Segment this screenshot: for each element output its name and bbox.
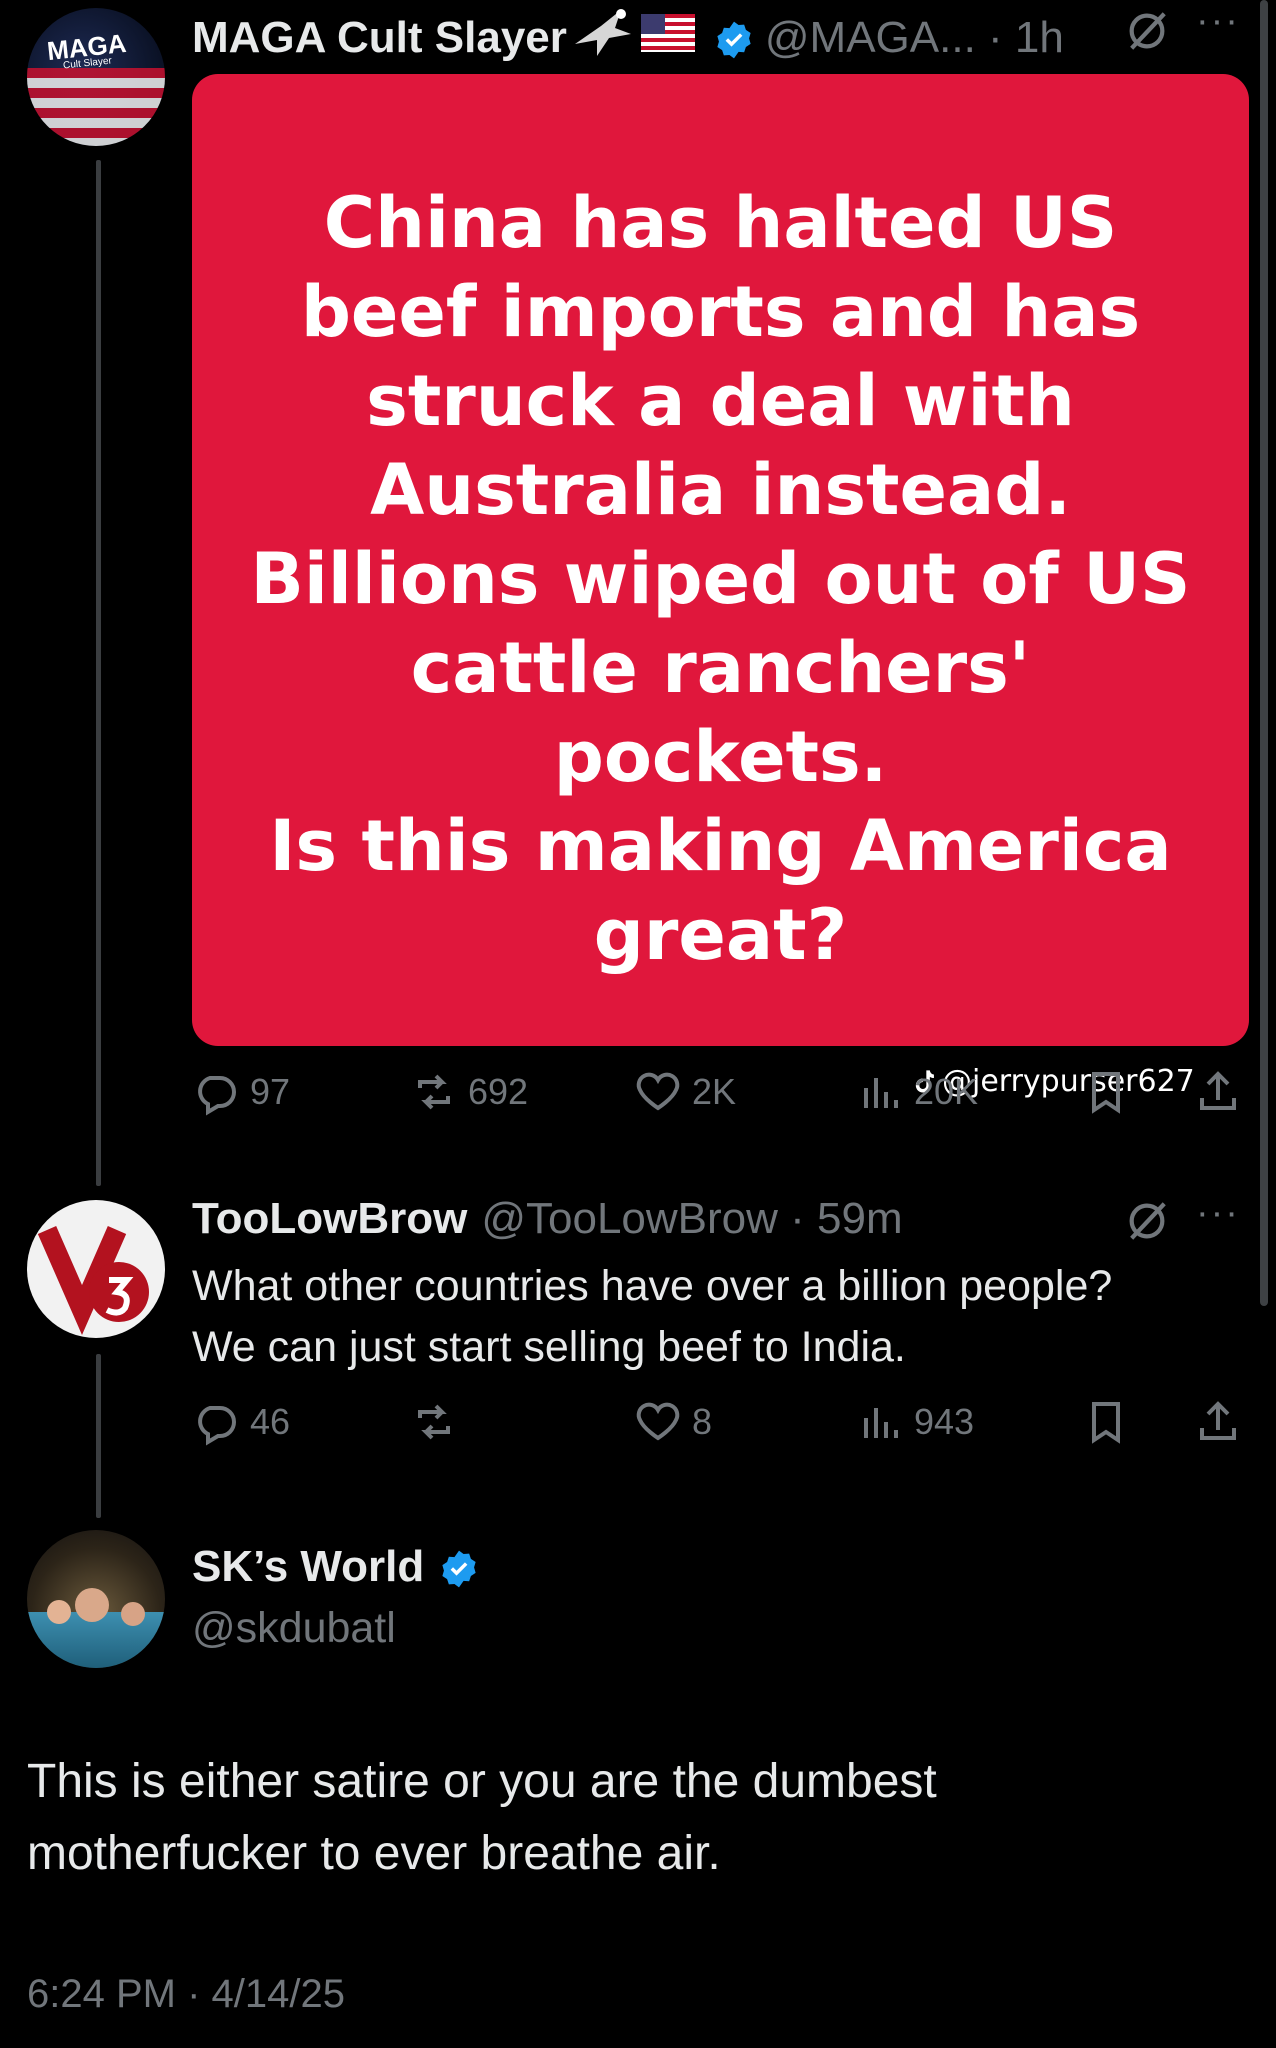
verified-badge-icon — [438, 1542, 480, 1592]
like-button[interactable]: 8 — [634, 1398, 712, 1446]
avatar-photo-face — [75, 1588, 109, 1622]
grok-icon[interactable] — [1124, 1198, 1170, 1244]
avatar-sks-world[interactable] — [27, 1530, 165, 1668]
reply-count: 97 — [250, 1071, 291, 1112]
reply-count: 46 — [250, 1401, 291, 1442]
like-count: 8 — [692, 1401, 713, 1442]
card-main-text: China has halted US beef imports and has… — [250, 182, 1191, 798]
display-name[interactable]: MAGA Cult Slayer — [192, 13, 567, 63]
handle-time[interactable]: @MAGA... · 1h — [765, 13, 1064, 63]
repost-icon — [418, 1404, 450, 1440]
thread-line — [96, 1354, 101, 1518]
card-question-text: Is this making America great? — [269, 805, 1172, 976]
avatar-v3-logo — [37, 1225, 149, 1335]
bookmark-button[interactable] — [1082, 1398, 1130, 1446]
us-flag-emoji-icon — [640, 13, 695, 63]
timestamp[interactable]: 6:24 PM · 4/14/25 — [27, 1972, 345, 2017]
tweet3-header: SK’s World — [192, 1542, 480, 1592]
reply-icon — [198, 1406, 236, 1446]
body-line: We can just start selling beef to India. — [192, 1323, 906, 1371]
display-name[interactable]: TooLowBrow — [192, 1194, 467, 1244]
heart-icon — [636, 1402, 680, 1441]
views-count: 20K — [914, 1071, 979, 1112]
views-icon — [864, 1408, 898, 1438]
share-button[interactable] — [1194, 1398, 1242, 1446]
reply-button[interactable]: 97 — [192, 1068, 290, 1116]
more-options-icon[interactable]: ··· — [1196, 1192, 1240, 1235]
bookmark-icon — [1092, 1402, 1120, 1444]
tweet2-header: TooLowBrow @TooLowBrow · 59m — [192, 1194, 903, 1244]
like-count: 2K — [692, 1071, 737, 1112]
handle-time[interactable]: @TooLowBrow · 59m — [481, 1194, 902, 1244]
avatar-maga-cult-slayer[interactable]: MAGA Cult Slayer — [27, 8, 165, 146]
tweet1-header: MAGA Cult Slayer @MAGA... · 1h — [192, 4, 1064, 71]
tweet2-body: What other countries have over a billion… — [192, 1256, 1112, 1378]
repost-icon — [418, 1074, 450, 1110]
repost-button[interactable] — [410, 1398, 468, 1446]
body-line: What other countries have over a billion… — [192, 1262, 1113, 1310]
heart-icon — [636, 1072, 680, 1111]
body-line: motherfucker to ever breathe air. — [27, 1827, 721, 1880]
share-button[interactable] — [1194, 1068, 1242, 1116]
bookmark-icon — [1092, 1072, 1120, 1114]
like-button[interactable]: 2K — [634, 1068, 736, 1116]
avatar-photo-face — [121, 1602, 145, 1626]
repost-button[interactable]: 692 — [410, 1068, 528, 1116]
repost-count: 692 — [468, 1071, 529, 1112]
views-button[interactable]: 943 — [856, 1398, 974, 1446]
thread-line — [96, 160, 101, 1186]
reply-button[interactable]: 46 — [192, 1398, 290, 1446]
avatar-photo-face — [47, 1600, 71, 1624]
eagle-emoji-icon — [571, 4, 635, 71]
tweet2-actions: 46 8 943 — [192, 1398, 1242, 1458]
scrollbar[interactable] — [1260, 0, 1268, 1306]
bookmark-button[interactable] — [1082, 1068, 1130, 1116]
handle[interactable]: @skdubatl — [192, 1604, 396, 1653]
image-card[interactable]: China has halted US beef imports and has… — [192, 74, 1249, 1099]
display-name[interactable]: SK’s World — [192, 1542, 424, 1592]
tweet3-body: This is either satire or you are the dum… — [27, 1746, 937, 1890]
reply-icon — [198, 1076, 236, 1116]
grok-icon[interactable] — [1124, 8, 1170, 54]
verified-badge-icon — [713, 13, 755, 63]
views-button[interactable]: 20K — [856, 1068, 978, 1116]
views-count: 943 — [914, 1401, 975, 1442]
body-line: This is either satire or you are the dum… — [27, 1755, 937, 1808]
tweet1-actions: 97 692 2K 20K — [192, 1068, 1242, 1128]
views-icon — [864, 1078, 898, 1108]
share-icon — [1200, 1071, 1236, 1110]
share-icon — [1200, 1401, 1236, 1440]
avatar-toolowbrow[interactable] — [27, 1200, 165, 1338]
more-options-icon[interactable]: ··· — [1196, 0, 1240, 43]
